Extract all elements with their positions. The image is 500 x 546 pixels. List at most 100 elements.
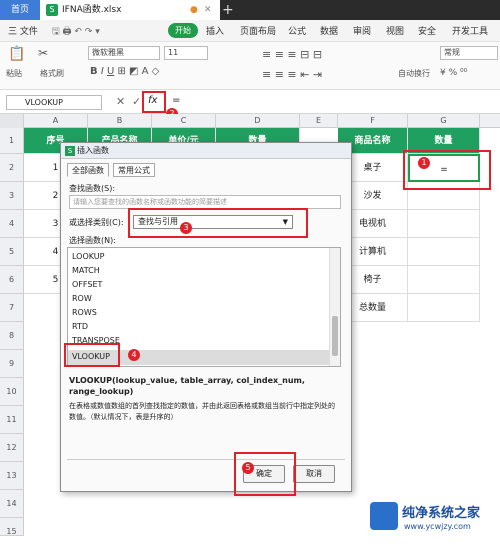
insert-function-dialog: S 插入函数 全部函数 常用公式 查找函数(S): 请输入您要查找的函数名称或函数… — [60, 142, 352, 492]
step-marker-4: 4 — [128, 349, 140, 361]
menu-insert[interactable]: 插入 — [206, 24, 224, 37]
col-header-b[interactable]: B — [88, 114, 152, 128]
row-header[interactable]: 2 — [0, 154, 24, 182]
menu-view[interactable]: 视图 — [386, 24, 404, 37]
qty-cell[interactable] — [408, 210, 480, 238]
divider — [67, 459, 345, 460]
format-painter-button[interactable]: 格式刷 — [40, 68, 64, 79]
menu-page-layout[interactable]: 页面布局 — [240, 24, 276, 37]
row-header[interactable]: 7 — [0, 294, 24, 322]
menu-formula[interactable]: 公式 — [288, 24, 306, 37]
number-format-select[interactable]: 常规 — [440, 46, 498, 60]
col-header-e[interactable]: E — [300, 114, 338, 128]
scroll-thumb[interactable] — [332, 316, 338, 356]
qty-cell[interactable] — [408, 266, 480, 294]
tab-common-formulas[interactable]: 常用公式 — [113, 163, 155, 177]
category-label: 或选择类别(C): — [69, 218, 124, 227]
watermark-title: 纯净系统之家 — [402, 506, 481, 521]
tab-file[interactable]: S IFNA函数.xlsx ● ✕ — [40, 0, 220, 20]
dialog-title: S 插入函数 — [61, 143, 351, 159]
cut-icon[interactable]: ✂ — [38, 46, 48, 60]
font-style-icons[interactable]: B I U ⊞ ◩ A ◇ — [90, 66, 159, 77]
row-header[interactable]: 4 — [0, 210, 24, 238]
formula-content[interactable]: = — [172, 95, 180, 106]
function-signature: VLOOKUP(lookup_value, table_array, col_i… — [69, 376, 305, 396]
confirm-icon[interactable]: ✓ — [132, 95, 141, 108]
select-function-label: 选择函数(N): — [69, 236, 116, 245]
menu-developer[interactable]: 开发工具 — [452, 24, 488, 37]
align-icons-2[interactable]: ≡ ≡ ≡ ⇤ ⇥ — [262, 68, 322, 81]
step-marker-3: 3 — [180, 222, 192, 234]
qty-cell[interactable] — [408, 294, 480, 322]
align-icons[interactable]: ≡ ≡ ≡ ⊟ ⊟ — [262, 48, 322, 61]
function-description: 在表格或数值数组的首列查找指定的数值，并由此返回表格或数组当前行中指定列处的数值… — [69, 402, 335, 421]
row-header[interactable]: 6 — [0, 266, 24, 294]
formula-bar: VLOOKUP ✕ ✓ fx = — [0, 90, 500, 114]
paste-button[interactable]: 粘贴 — [6, 68, 22, 79]
qty-cell[interactable] — [408, 238, 480, 266]
name-box[interactable]: VLOOKUP — [6, 95, 102, 110]
wrap-text-button[interactable]: 自动换行 — [398, 68, 430, 79]
number-format-icons[interactable]: ¥ % ⁰⁰ — [440, 68, 467, 78]
row-header[interactable]: 3 — [0, 182, 24, 210]
app-icon: S — [65, 146, 75, 156]
menu-start[interactable]: 开始 — [168, 23, 198, 38]
search-input[interactable]: 请输入您要查找的函数名称或函数功能的简要描述 — [69, 195, 341, 209]
spreadsheet-icon: S — [46, 4, 58, 16]
row-header[interactable]: 8 — [0, 322, 24, 350]
function-item[interactable]: MATCH — [72, 266, 100, 275]
menu-security[interactable]: 安全 — [418, 24, 436, 37]
row-header[interactable]: 5 — [0, 238, 24, 266]
function-item[interactable]: OFFSET — [72, 280, 102, 289]
row-header[interactable]: 13 — [0, 462, 24, 490]
unsaved-dot-icon: ● — [190, 5, 198, 15]
function-item[interactable]: ROWS — [72, 308, 97, 317]
step-marker-1: 1 — [418, 157, 430, 169]
watermark-url: www.ycwjzy.com — [404, 522, 471, 531]
column-header-row: A B C D E F G — [0, 114, 500, 128]
close-tab-icon[interactable]: ✕ — [204, 0, 212, 20]
tab-home[interactable]: 首页 — [0, 0, 40, 20]
font-size-select[interactable]: 11 — [164, 46, 208, 60]
col-header-g[interactable]: G — [408, 114, 480, 128]
col-header-d[interactable]: D — [216, 114, 300, 128]
tab-file-label: IFNA函数.xlsx — [62, 5, 122, 15]
dialog-title-text: 插入函数 — [77, 146, 109, 155]
watermark: 纯净系统之家 www.ycwjzy.com — [370, 500, 500, 536]
menu-file[interactable]: 三 文件 — [8, 24, 38, 37]
cancel-button[interactable]: 取消 — [293, 465, 335, 483]
col-header-a[interactable]: A — [24, 114, 88, 128]
function-item[interactable]: RTD — [72, 322, 88, 331]
select-all-corner[interactable] — [0, 114, 24, 128]
search-label: 查找函数(S): — [69, 184, 116, 193]
menu-bar: 三 文件 🖫 🖨 ↶ ↷ ▾ 开始 插入 页面布局 公式 数据 审阅 视图 安全… — [0, 20, 500, 42]
row-header[interactable]: 1 — [0, 128, 24, 154]
row-header[interactable]: 11 — [0, 406, 24, 434]
menu-review[interactable]: 审阅 — [353, 24, 371, 37]
watermark-logo-icon — [370, 502, 398, 530]
paste-icon[interactable]: 📋 — [8, 46, 25, 62]
row-header[interactable]: 9 — [0, 350, 24, 378]
function-item[interactable]: LOOKUP — [72, 252, 104, 261]
ribbon: 📋 粘贴 ✂ 格式刷 微软雅黑 11 B I U ⊞ ◩ A ◇ ≡ ≡ ≡ ⊟… — [0, 42, 500, 90]
step-marker-5: 5 — [242, 462, 254, 474]
function-item[interactable]: ROW — [72, 294, 92, 303]
col-header-f[interactable]: F — [338, 114, 408, 128]
font-family-select[interactable]: 微软雅黑 — [88, 46, 160, 60]
highlight-vlookup — [64, 343, 120, 367]
col-header-c[interactable]: C — [152, 114, 216, 128]
tab-bar: 首页 S IFNA函数.xlsx ● ✕ + — [0, 0, 500, 20]
tab-all-functions[interactable]: 全部函数 — [67, 163, 109, 177]
highlight-category — [128, 208, 308, 238]
new-tab-button[interactable]: + — [222, 0, 238, 20]
row-header[interactable]: 10 — [0, 378, 24, 406]
cancel-icon[interactable]: ✕ — [116, 95, 125, 108]
quick-access-icons[interactable]: 🖫 🖨 ↶ ↷ ▾ — [52, 24, 100, 40]
menu-data[interactable]: 数据 — [320, 24, 338, 37]
list-scrollbar[interactable] — [329, 248, 340, 366]
row-header[interactable]: 12 — [0, 434, 24, 462]
row-header[interactable]: 14 — [0, 490, 24, 518]
row-header[interactable]: 15 — [0, 518, 24, 536]
highlight-g2 — [403, 150, 491, 190]
highlight-fx — [142, 91, 166, 113]
